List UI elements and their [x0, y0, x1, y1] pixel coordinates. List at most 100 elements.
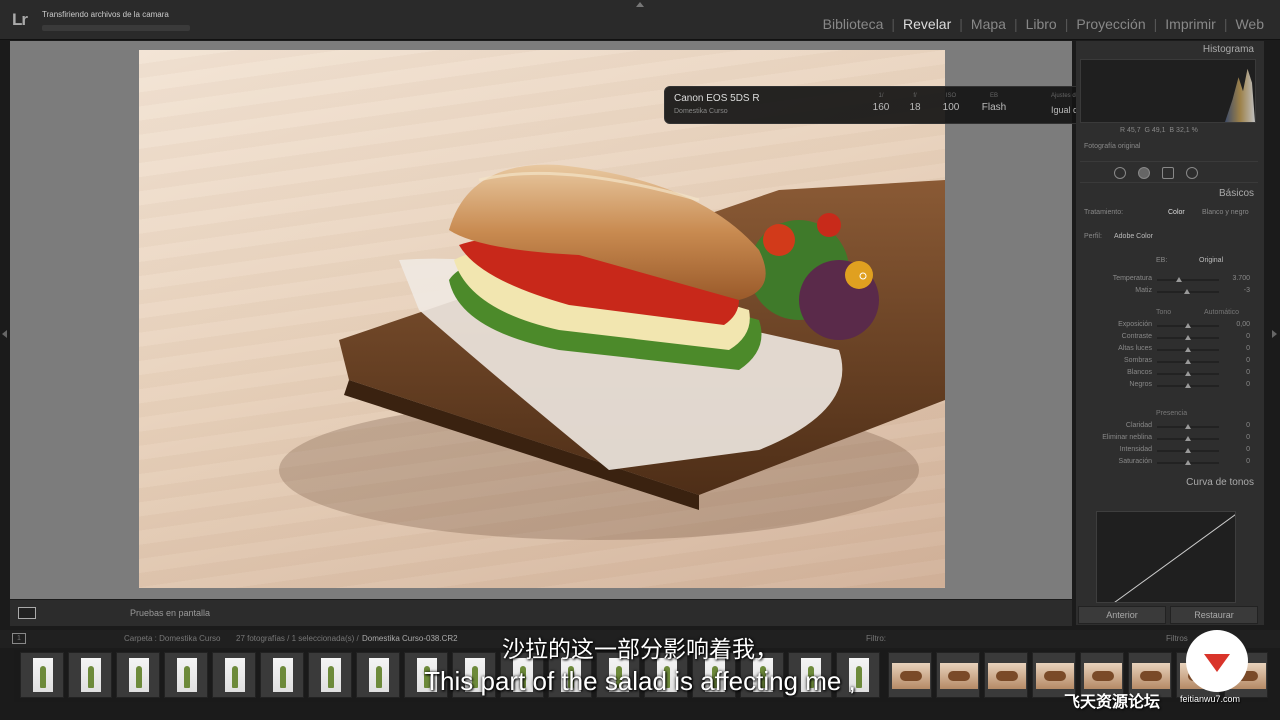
slider-track[interactable]: [1157, 460, 1219, 465]
slider-label: Sombras: [1123, 357, 1152, 364]
profile-select[interactable]: Adobe Color: [1114, 233, 1153, 240]
exif-iso: ISO 100: [942, 93, 960, 113]
tone-auto-button[interactable]: Automático: [1204, 309, 1239, 316]
slider-value[interactable]: 0: [1230, 458, 1250, 465]
slider-track[interactable]: [1157, 383, 1219, 388]
soft-proof-checkbox[interactable]: Pruebas en pantalla: [130, 608, 210, 618]
slider-value[interactable]: 0: [1230, 434, 1250, 441]
slider-value[interactable]: 0: [1230, 381, 1250, 388]
graduated-filter-icon[interactable]: [1162, 167, 1174, 179]
histogram[interactable]: [1080, 59, 1256, 123]
tone-curve[interactable]: [1096, 511, 1236, 603]
slider-track[interactable]: [1157, 335, 1219, 340]
slider-track[interactable]: [1157, 289, 1219, 294]
slider-knob[interactable]: [1185, 436, 1191, 441]
left-panel-toggle-icon[interactable]: [2, 330, 7, 338]
profile-label: Perfil:: [1084, 233, 1102, 240]
basic-title[interactable]: Básicos: [1219, 188, 1254, 199]
exif-wb: EB Flash: [981, 93, 1007, 113]
slider-value[interactable]: 0: [1230, 369, 1250, 376]
slider-track[interactable]: [1157, 359, 1219, 364]
slider-value[interactable]: 3.700: [1230, 275, 1250, 282]
histogram-title[interactable]: Histograma: [1203, 44, 1254, 55]
spot-removal-icon[interactable]: [1138, 167, 1150, 179]
slider-knob[interactable]: [1185, 371, 1191, 376]
slider-value[interactable]: 0: [1230, 345, 1250, 352]
slider-knob[interactable]: [1185, 383, 1191, 388]
camera-model[interactable]: Canon EOS 5DS R: [674, 93, 760, 104]
module-proyeccin[interactable]: Proyección: [1068, 16, 1153, 32]
module-biblioteca[interactable]: Biblioteca: [815, 16, 892, 32]
slider-label: Blancos: [1127, 369, 1152, 376]
slider-knob[interactable]: [1185, 424, 1191, 429]
slider-track[interactable]: [1157, 448, 1219, 453]
right-panel-toggle-icon[interactable]: [1272, 330, 1277, 338]
watermark-logo: [1186, 630, 1248, 692]
subtitle-chinese: 沙拉的这一部分影响着我，: [502, 636, 778, 662]
slider-track[interactable]: [1157, 347, 1219, 352]
loupe-view-icon[interactable]: [18, 607, 36, 619]
slider-knob[interactable]: [1185, 359, 1191, 364]
slider-track[interactable]: [1157, 371, 1219, 376]
slider-value[interactable]: -3: [1230, 287, 1250, 294]
treatment-color[interactable]: Color: [1168, 209, 1185, 216]
wb-select[interactable]: Original: [1199, 257, 1223, 264]
slider-label: Exposición: [1118, 321, 1152, 328]
module-revelar[interactable]: Revelar: [895, 16, 959, 32]
photo-canvas[interactable]: [139, 50, 945, 588]
treatment-label: Tratamiento:: [1084, 209, 1124, 216]
top-bar: Lr Transfiriendo archivos de la camara B…: [0, 0, 1280, 40]
slider-track[interactable]: [1157, 424, 1219, 429]
treatment-bw[interactable]: Blanco y negro: [1202, 209, 1249, 216]
slider-label: Altas luces: [1118, 345, 1152, 352]
slider-label: Contraste: [1121, 333, 1152, 340]
app-logo: Lr: [12, 10, 28, 29]
slider-value[interactable]: 0: [1230, 422, 1250, 429]
exif-aperture: f/18: [909, 93, 921, 113]
slider-knob[interactable]: [1183, 289, 1190, 294]
slider-knob[interactable]: [1185, 323, 1191, 328]
exif-shutter: 1/160: [872, 93, 890, 113]
slider-value[interactable]: 0: [1230, 446, 1250, 453]
crop-tool-icon[interactable]: [1114, 167, 1126, 179]
slider-knob[interactable]: [1175, 277, 1182, 282]
slider-track[interactable]: [1157, 323, 1219, 328]
reset-button[interactable]: Restaurar: [1170, 606, 1258, 624]
curve-title[interactable]: Curva de tonos: [1186, 477, 1254, 488]
main-view: [10, 41, 1072, 599]
slider-label: Matiz: [1135, 287, 1152, 294]
slider-value[interactable]: 0,00: [1230, 321, 1250, 328]
right-panel: Histograma R 45,7 G 49,1 B 32,1 % Fotogr…: [1076, 41, 1264, 625]
radial-filter-icon[interactable]: [1186, 167, 1198, 179]
sandwich-photo: [279, 164, 945, 540]
slider-label: Intensidad: [1119, 446, 1152, 453]
slider-label: Eliminar neblina: [1102, 434, 1152, 441]
presence-title: Presencia: [1156, 410, 1188, 417]
slider-value[interactable]: 0: [1230, 333, 1250, 340]
module-mapa[interactable]: Mapa: [963, 16, 1014, 32]
transfer-progress: [42, 25, 190, 31]
previous-button[interactable]: Anterior: [1078, 606, 1166, 624]
slider-label: Temperatura: [1112, 275, 1152, 282]
watermark-text: 飞天资源论坛: [1064, 694, 1161, 711]
wb-label: EB:: [1156, 257, 1168, 264]
module-imprimir[interactable]: Imprimir: [1157, 16, 1224, 32]
tool-strip: [1080, 161, 1258, 183]
slider-knob[interactable]: [1185, 460, 1191, 465]
slider-track[interactable]: [1157, 277, 1219, 282]
slider-knob[interactable]: [1185, 335, 1191, 340]
original-photo-checkbox[interactable]: Fotografía original: [1084, 143, 1140, 150]
toolbar: Pruebas en pantalla: [10, 600, 1072, 626]
module-web[interactable]: Web: [1227, 16, 1272, 32]
tone-title: Tono: [1156, 309, 1172, 316]
slider-label: Saturación: [1118, 458, 1152, 465]
slider-knob[interactable]: [1185, 448, 1191, 453]
slider-label: Negros: [1129, 381, 1152, 388]
slider-label: Claridad: [1125, 422, 1152, 429]
slider-track[interactable]: [1157, 436, 1219, 441]
module-libro[interactable]: Libro: [1018, 16, 1065, 32]
watermark-url: feitianwu7.com: [1180, 694, 1241, 704]
collapse-top-icon[interactable]: [636, 2, 644, 7]
slider-knob[interactable]: [1185, 347, 1191, 352]
slider-value[interactable]: 0: [1230, 357, 1250, 364]
